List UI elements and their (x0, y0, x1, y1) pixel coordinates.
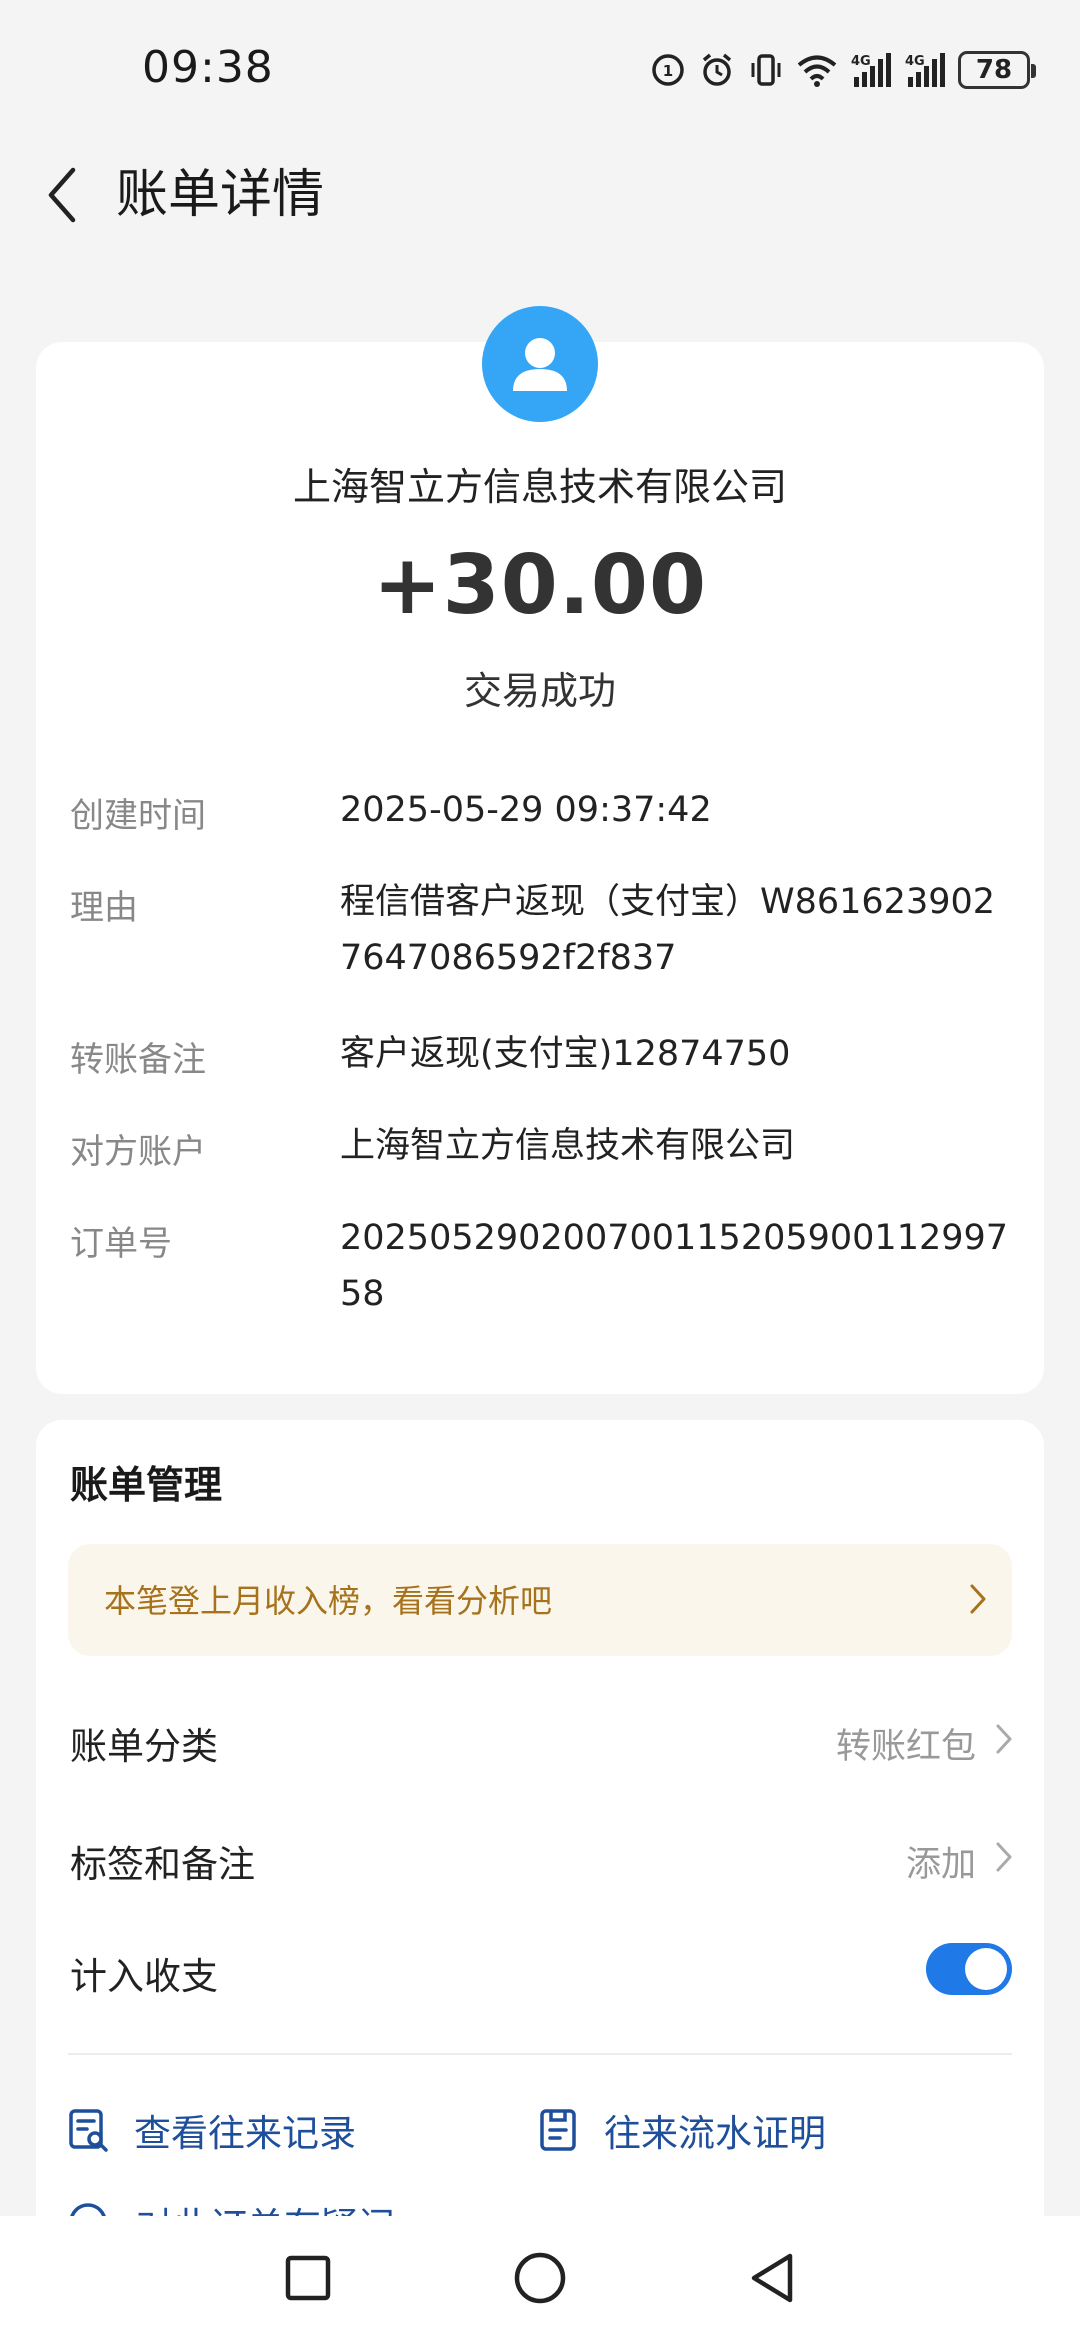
header: 账单详情 (0, 140, 1080, 250)
detail-label-order-number: 订单号 (70, 1224, 172, 1264)
tags-notes-value: 添加 (905, 1845, 976, 1885)
signal-4g-icon-1: 4G (850, 51, 892, 89)
count-in-budget-toggle[interactable] (926, 1943, 1012, 1995)
back-arrow-icon (48, 167, 76, 223)
data-saver-icon: 1 (650, 52, 686, 88)
triangle-back-icon (751, 2253, 793, 2303)
income-rank-banner[interactable]: 本笔登上月收入榜，看看分析吧 (68, 1544, 1012, 1656)
transaction-amount: +30.00 (372, 538, 708, 633)
statement-proof-label: 往来流水证明 (604, 2112, 826, 2155)
section-title-bill-management: 账单管理 (70, 1463, 223, 1507)
battery-level: 78 (975, 55, 1013, 85)
page-title: 账单详情 (116, 165, 325, 225)
statement-proof-icon (540, 2109, 576, 2151)
svg-text:1: 1 (663, 62, 673, 80)
detail-value-created-time: 2025-05-29 09:37:42 (340, 790, 712, 830)
detail-label-reason: 理由 (70, 888, 138, 928)
detail-value-reason: 程信借客户返现（支付宝）W8616239027647086592f2f837 (340, 882, 996, 978)
status-bar: 09:38 1 4G 4G 78 (0, 0, 1080, 140)
square-icon (285, 2255, 331, 2301)
home-button[interactable] (510, 2248, 570, 2308)
payee-avatar (482, 306, 598, 422)
alarm-icon (698, 51, 736, 89)
statement-proof-button[interactable]: 往来流水证明 (538, 2102, 826, 2158)
status-time: 09:38 (142, 42, 274, 93)
circle-icon (514, 2252, 566, 2304)
detail-label-created-time: 创建时间 (70, 796, 206, 836)
bill-category-value: 转账红包 (835, 1727, 976, 1767)
transaction-status: 交易成功 (463, 669, 616, 713)
toggle-knob (965, 1948, 1007, 1990)
record-search-icon (69, 2109, 108, 2152)
chevron-right-icon (994, 1840, 1014, 1878)
view-history-button[interactable]: 查看往来记录 (68, 2102, 356, 2158)
banner-text: 本笔登上月收入榜，看看分析吧 (104, 1582, 553, 1620)
svg-text:4G: 4G (851, 54, 871, 69)
wifi-icon (796, 52, 838, 88)
detail-label-transfer-note: 转账备注 (70, 1040, 206, 1080)
recent-apps-button[interactable] (278, 2248, 338, 2308)
view-history-label: 查看往来记录 (134, 2112, 356, 2155)
user-icon (513, 338, 567, 391)
chevron-right-icon (994, 1722, 1014, 1760)
back-nav-button[interactable] (742, 2248, 802, 2308)
detail-label-counterparty: 对方账户 (70, 1132, 206, 1172)
divider (68, 2053, 1012, 2055)
tags-notes-label: 标签和备注 (70, 1843, 255, 1886)
payee-name: 上海智立方信息技术有限公司 (292, 465, 787, 509)
count-in-budget-label: 计入收支 (70, 1955, 218, 1998)
bill-category-label: 账单分类 (70, 1725, 218, 1768)
detail-value-order-number[interactable]: 20250529020070011520590011299758 (340, 1210, 1010, 1322)
system-navigation-bar (0, 2216, 1080, 2340)
chevron-right-icon (968, 1582, 988, 1620)
status-icons: 1 4G 4G 78 (650, 48, 1036, 92)
battery-indicator: 78 (958, 51, 1036, 89)
back-button[interactable] (32, 162, 92, 228)
signal-4g-icon-2: 4G (904, 51, 946, 89)
svg-text:4G: 4G (905, 54, 925, 69)
detail-value-counterparty: 上海智立方信息技术有限公司 (340, 1126, 796, 1166)
vibrate-icon (748, 51, 784, 89)
detail-value-transfer-note: 客户返现(支付宝)12874750 (340, 1034, 791, 1074)
